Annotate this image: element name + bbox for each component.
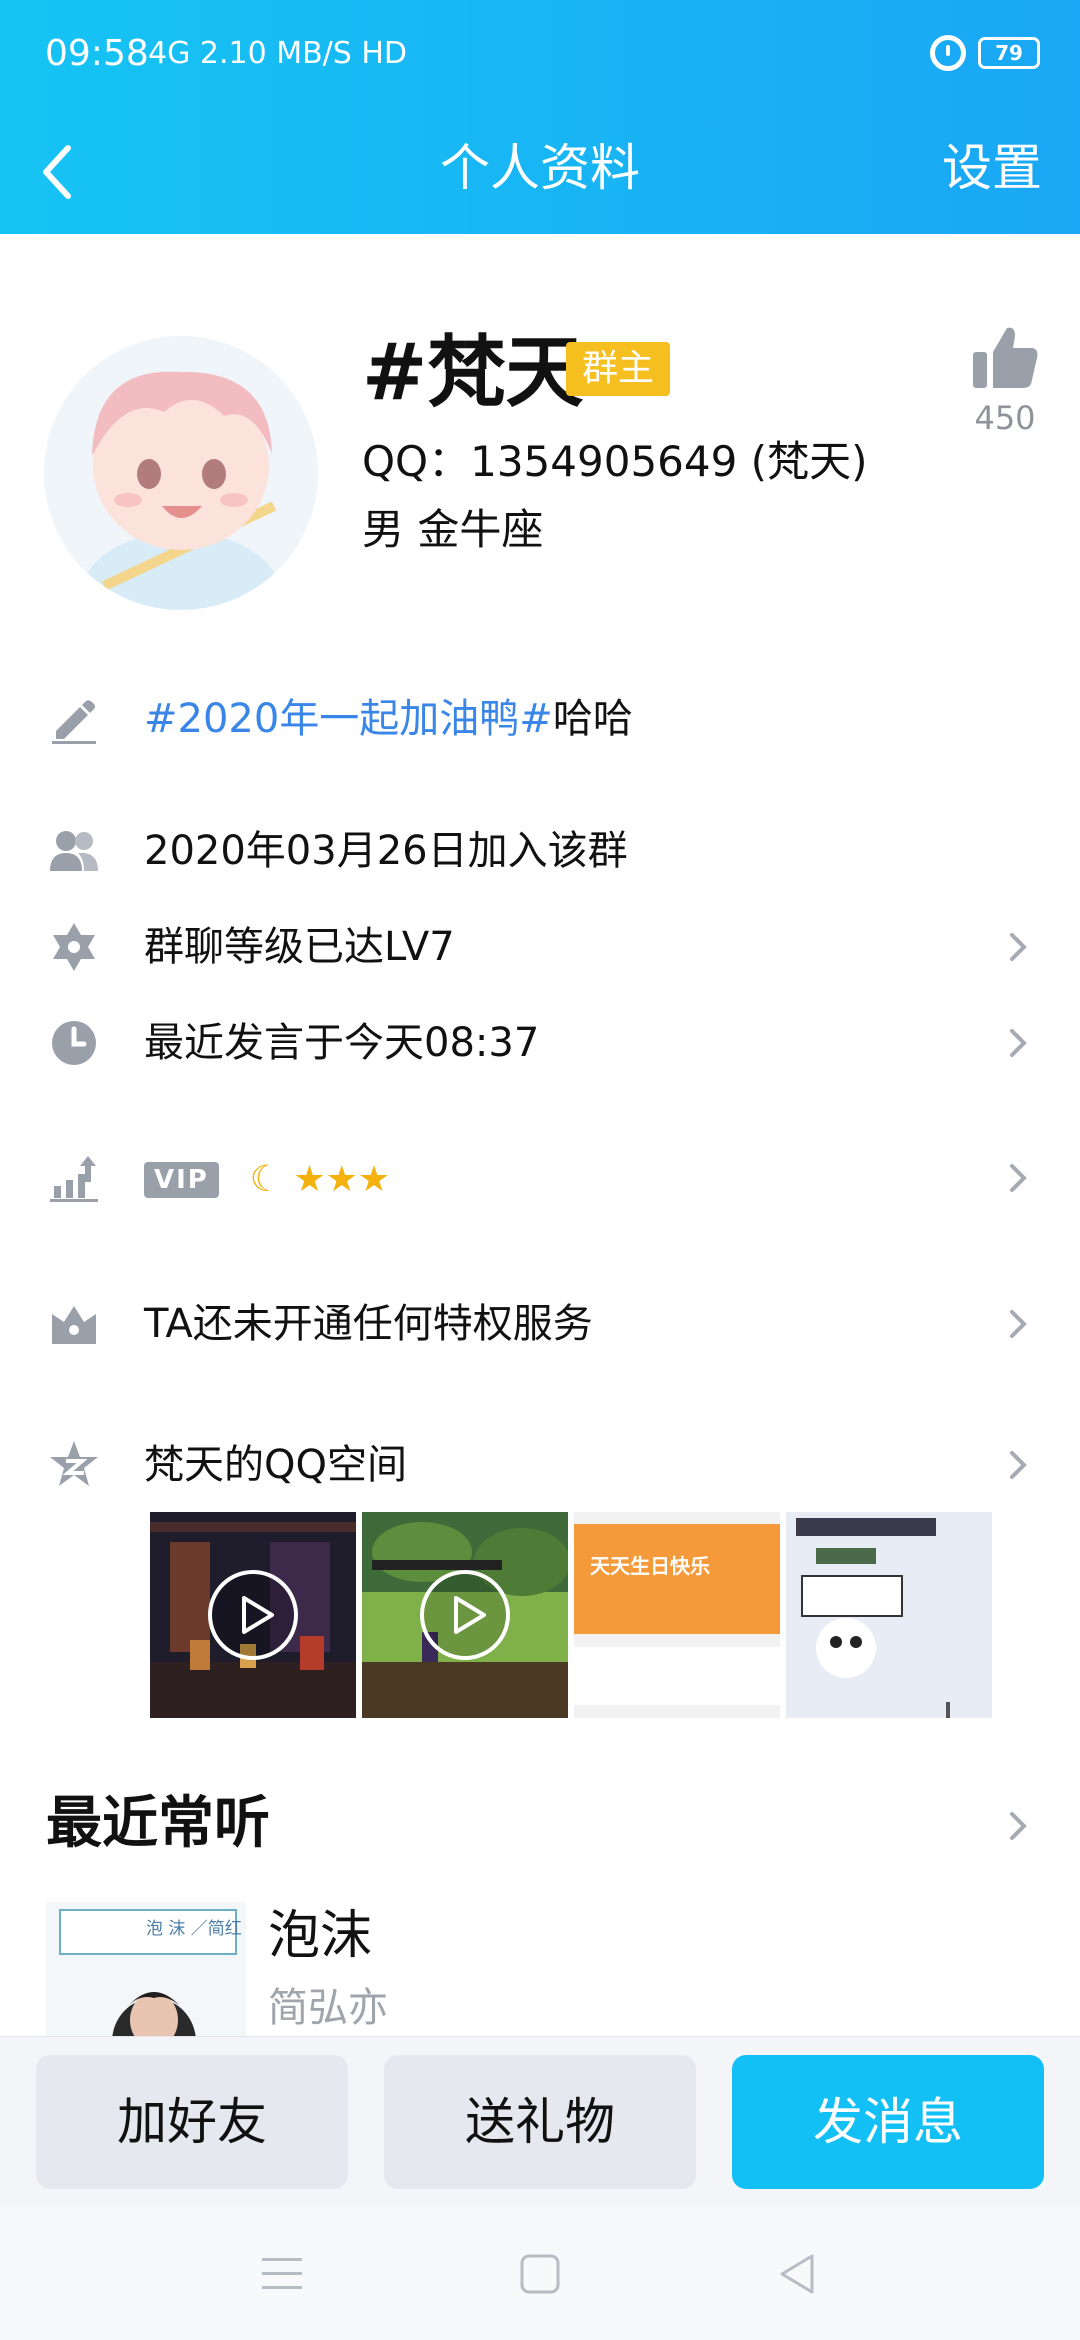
qzone-photo-thumbnail[interactable] xyxy=(786,1512,992,1718)
birthday-post-image xyxy=(574,1512,780,1718)
home-icon[interactable] xyxy=(512,2246,568,2302)
privilege-row[interactable]: TA还未开通任何特权服务 xyxy=(0,1284,1080,1364)
privilege-status: TA还未开通任何特权服务 xyxy=(144,1301,593,1347)
last-speak-row[interactable]: 最近发言于今天08:37 xyxy=(0,1003,1080,1083)
send-gift-button[interactable]: 送礼物 xyxy=(384,2055,696,2189)
nav-bar: 个人资料 设置 xyxy=(0,108,1080,234)
settings-button[interactable]: 设置 xyxy=(942,136,1042,200)
network-status: 4G 2.10 MB/S HD xyxy=(148,36,408,71)
recent-music-title: 最近常听 xyxy=(46,1791,270,1856)
level-growth-icon xyxy=(48,1152,100,1204)
moon-level-icon: ☾ xyxy=(249,1159,282,1200)
alarm-icon xyxy=(930,35,966,71)
send-message-button[interactable]: 发消息 xyxy=(732,2055,1044,2189)
signature-text: 哈哈 xyxy=(552,696,633,742)
system-nav-bar xyxy=(0,2206,1080,2340)
like-count: 450 xyxy=(974,399,1036,437)
page-title: 个人资料 xyxy=(440,139,640,197)
avatar[interactable] xyxy=(44,336,318,610)
qzone-star-icon xyxy=(48,1439,100,1491)
qq-number: QQ：1354905649 (梵天) xyxy=(362,437,868,486)
level-icons: ☾ ★★★ xyxy=(250,1162,391,1198)
add-friend-button[interactable]: 加好友 xyxy=(36,2055,348,2189)
vip-level-row[interactable]: VIP ☾ ★★★ xyxy=(0,1138,1080,1218)
qzone-row[interactable]: 梵天的QQ空间 xyxy=(0,1425,1080,1505)
status-right: 79 xyxy=(930,28,1040,78)
signature: #2020年一起加油鸭#哈哈 xyxy=(144,691,633,747)
avatar-illustration xyxy=(44,336,318,610)
thumbs-up-icon xyxy=(973,327,1038,388)
level-hexagram-icon xyxy=(48,921,100,973)
chevron-right-icon xyxy=(1000,929,1036,965)
group-level-row[interactable]: 群聊等级已达LV7 xyxy=(0,907,1080,987)
qzone-title: 梵天的QQ空间 xyxy=(144,1442,407,1488)
chevron-right-icon xyxy=(1000,1160,1036,1196)
star-level-icons: ★★★ xyxy=(293,1159,391,1200)
thumbnail-caption: 天天生日快乐 xyxy=(590,1554,710,1578)
gender-zodiac: 男 金牛座 xyxy=(362,505,544,554)
header: 09:58 4G 2.10 MB/S HD 79 个人资料 设置 xyxy=(0,0,1080,234)
qzone-photo-thumbnail[interactable]: 天天生日快乐 xyxy=(574,1512,780,1718)
song-title[interactable]: 泡沫 xyxy=(268,1904,372,1968)
edit-pencil-icon xyxy=(48,693,100,745)
chat-screenshot-image xyxy=(786,1512,992,1718)
qzone-video-thumbnail[interactable] xyxy=(362,1512,568,1718)
chevron-right-icon xyxy=(1000,1447,1036,1483)
join-date-row: 2020年03月26日加入该群 xyxy=(0,811,1080,891)
back-triangle-icon[interactable] xyxy=(770,2246,826,2302)
status-time: 09:58 xyxy=(45,33,149,74)
join-date: 2020年03月26日加入该群 xyxy=(144,828,628,874)
chevron-right-icon xyxy=(1000,1025,1036,1061)
album-cover-text: 泡 沫 ／简红 xyxy=(146,1919,242,1939)
nickname: #梵天 xyxy=(362,328,584,418)
menu-icon[interactable] xyxy=(254,2246,310,2302)
qzone-video-thumbnail[interactable] xyxy=(150,1512,356,1718)
status-bar: 09:58 4G 2.10 MB/S HD 79 xyxy=(0,0,1080,108)
last-speak: 最近发言于今天08:37 xyxy=(144,1020,540,1066)
clock-icon xyxy=(48,1017,100,1069)
signature-row[interactable]: #2020年一起加油鸭#哈哈 xyxy=(0,679,1080,759)
song-artist: 简弘亦 xyxy=(268,1985,388,2031)
chevron-right-icon xyxy=(1000,1306,1036,1342)
privilege-crown-icon xyxy=(48,1298,100,1350)
group-level: 群聊等级已达LV7 xyxy=(144,924,455,970)
like-button[interactable]: 450 xyxy=(960,322,1050,442)
members-icon xyxy=(48,825,100,877)
album-cover[interactable]: 泡 沫 ／简红 xyxy=(46,1902,246,2038)
vip-badge: VIP xyxy=(144,1162,219,1198)
vip-level: VIP ☾ ★★★ xyxy=(144,1150,390,1206)
bottom-action-bar: 加好友 送礼物 发消息 xyxy=(0,2036,1080,2206)
battery-icon: 79 xyxy=(978,37,1040,69)
play-icon xyxy=(206,1568,300,1662)
signature-topic-link[interactable]: #2020年一起加油鸭# xyxy=(144,696,553,742)
chevron-right-icon[interactable] xyxy=(1000,1808,1036,1844)
play-icon xyxy=(418,1568,512,1662)
group-owner-badge: 群主 xyxy=(566,342,671,396)
